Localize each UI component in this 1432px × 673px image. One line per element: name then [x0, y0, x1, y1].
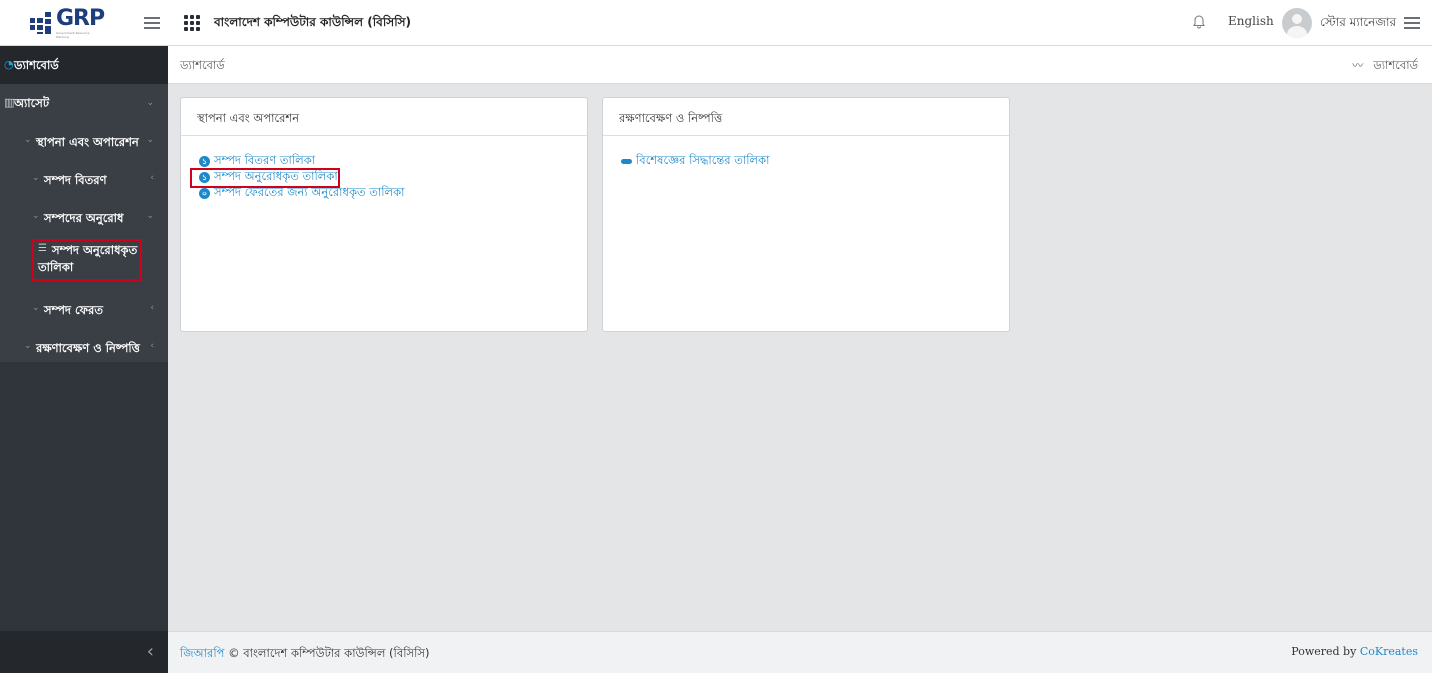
- count-badge: ০: [199, 187, 210, 199]
- card-title: স্থাপনা এবং অপারেশন: [181, 98, 587, 136]
- sidebar-item-label: স্থাপনা এবং অপারেশন: [36, 135, 139, 149]
- sidebar-item-asset[interactable]: ▥ অ্যাসেট ⌄: [0, 84, 168, 122]
- user-name[interactable]: স্টোর ম্যানেজার: [1320, 14, 1396, 34]
- user-menu-icon[interactable]: [1404, 17, 1420, 29]
- chevron-down-icon: ⌄: [146, 211, 154, 221]
- card-title: রক্ষণাবেক্ষণ ও নিষ্পত্তি: [603, 98, 1009, 136]
- chevron-down-icon: ⌄: [32, 173, 40, 183]
- footer-copyright: জিআরপি © বাংলাদেশ কম্পিউটার কাউন্সিল (বি…: [180, 645, 429, 664]
- chevron-down-icon: ⌄: [24, 135, 32, 145]
- sidebar-item-asset-distribution[interactable]: ⌄ সম্পদ বিতরণ ‹: [0, 162, 168, 200]
- sidebar-collapse-button[interactable]: ‹: [0, 631, 168, 673]
- cokreates-link[interactable]: CoKreates: [1360, 645, 1418, 658]
- sidebar-item-label: সম্পদ বিতরণ: [44, 173, 107, 187]
- sidebar-item-label: অ্যাসেট: [14, 96, 50, 110]
- building-icon: ▥: [4, 96, 15, 109]
- sidebar-item-label: ড্যাশবোর্ড: [14, 58, 59, 72]
- highlight-box: [190, 168, 340, 188]
- powered-by-text: Powered by: [1291, 645, 1357, 658]
- breadcrumb-right-label: ড্যাশবোর্ড: [1373, 58, 1418, 72]
- top-header: GRP Government Resource Planning বাংলাদে…: [0, 0, 1432, 46]
- logo-mark-icon: [30, 12, 54, 34]
- sidebar-item-maintenance[interactable]: ⌄ রক্ষণাবেক্ষণ ও নিষ্পত্তি ‹: [0, 330, 168, 368]
- install-ops-card: স্থাপনা এবং অপারেশন ১ সম্পদ বিতরণ তালিকা…: [180, 97, 588, 332]
- sidebar-toggle-icon[interactable]: [144, 17, 160, 29]
- user-avatar[interactable]: [1282, 8, 1312, 38]
- trend-chart-icon: 〰: [1352, 59, 1364, 72]
- logo-subtext: Government Resource Planning: [56, 31, 90, 39]
- breadcrumb-current: ড্যাশবোর্ড: [180, 58, 225, 72]
- dashboard-gauge-icon: ◔: [4, 58, 14, 71]
- grp-logo[interactable]: GRP Government Resource Planning: [30, 6, 105, 39]
- footer: জিআরপি © বাংলাদেশ কম্পিউটার কাউন্সিল (বি…: [168, 631, 1432, 673]
- maintenance-card: রক্ষণাবেক্ষণ ও নিষ্পত্তি বিশেষজ্ঞের সিদ্…: [602, 97, 1010, 332]
- breadcrumb: ড্যাশবোর্ড 〰 ড্যাশবোর্ড: [168, 46, 1432, 84]
- count-badge: ১: [199, 155, 210, 167]
- chevron-down-icon: ⌄: [146, 98, 154, 108]
- organization-title: বাংলাদেশ কম্পিউটার কাউন্সিল (বিসিসি): [214, 15, 412, 29]
- chevron-left-icon: ‹: [150, 303, 154, 313]
- link-label: বিশেষজ্ঞের সিদ্ধান্তের তালিকা: [636, 152, 770, 167]
- sidebar-item-asset-request[interactable]: ⌄ সম্পদের অনুরোধ ⌄: [0, 200, 168, 238]
- logo-text: GRP: [56, 6, 105, 31]
- expert-decision-list-link[interactable]: বিশেষজ্ঞের সিদ্ধান্তের তালিকা: [621, 153, 769, 169]
- footer-powered: Powered by CoKreates: [1291, 645, 1418, 658]
- sidebar-item-install-ops[interactable]: ⌄ স্থাপনা এবং অপারেশন ⌄: [0, 124, 168, 162]
- sidebar-item-label: সম্পদ ফেরত: [44, 303, 103, 317]
- chevron-left-icon: ‹: [150, 173, 154, 183]
- sidebar-item-asset-return[interactable]: ⌄ সম্পদ ফেরত ‹: [0, 292, 168, 330]
- chevron-left-icon: ‹: [146, 641, 154, 662]
- sidebar-item-dashboard[interactable]: ◔ ড্যাশবোর্ড: [0, 46, 168, 84]
- language-switch[interactable]: English: [1228, 14, 1274, 28]
- chevron-down-icon: ⌄: [24, 341, 32, 351]
- chevron-down-icon: ⌄: [32, 211, 40, 221]
- chevron-down-icon: ⌄: [32, 303, 40, 313]
- sidebar-item-label: সম্পদের অনুরোধ: [44, 211, 124, 225]
- chevron-down-icon: ⌄: [146, 135, 154, 145]
- grp-link[interactable]: জিআরপি: [180, 646, 224, 660]
- count-badge: [621, 158, 632, 164]
- copyright-text: © বাংলাদেশ কম্পিউটার কাউন্সিল (বিসিসি): [228, 646, 430, 660]
- sidebar-item-label: রক্ষণাবেক্ষণ ও নিষ্পত্তি: [36, 341, 140, 355]
- chevron-left-icon: ‹: [150, 341, 154, 351]
- apps-grid-icon[interactable]: [184, 15, 200, 31]
- sidebar: ◔ ড্যাশবোর্ড ▥ অ্যাসেট ⌄ ⌄ স্থাপনা এবং অ…: [0, 46, 168, 673]
- notification-bell-icon[interactable]: [1192, 13, 1206, 29]
- breadcrumb-right[interactable]: 〰 ড্যাশবোর্ড: [1352, 57, 1418, 76]
- highlight-box: [32, 239, 142, 281]
